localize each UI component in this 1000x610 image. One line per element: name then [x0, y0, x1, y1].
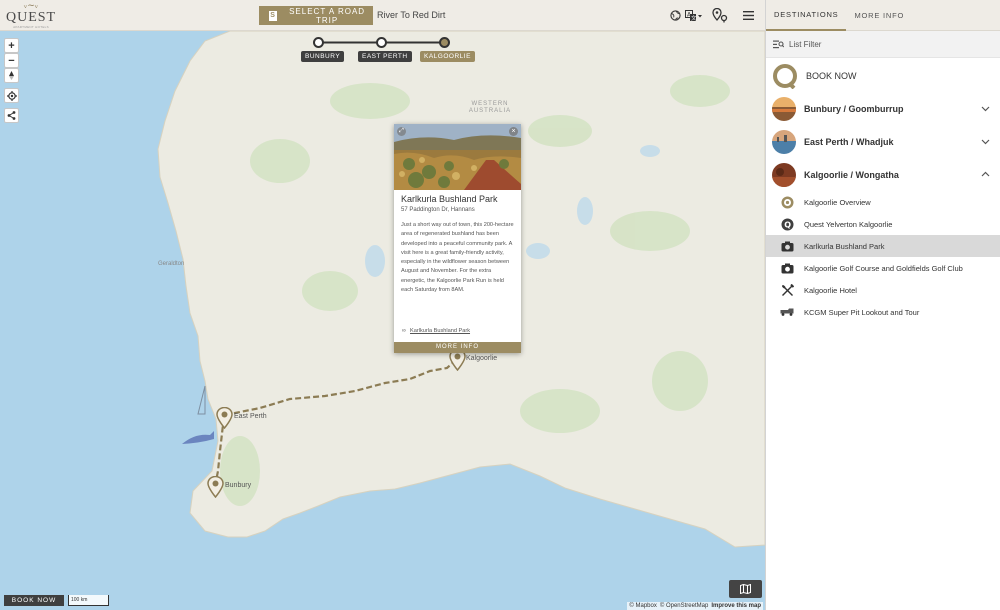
book-now-list-item[interactable]: BOOK NOW — [766, 59, 1000, 92]
east-perth-label: East Perth — [234, 413, 267, 420]
zoom-in-button[interactable]: + — [4, 38, 19, 53]
chevron-up-icon — [981, 171, 990, 177]
location-pin-icon — [780, 195, 794, 209]
chevron-down-icon — [981, 139, 990, 145]
step-dot-kalgoorlie[interactable] — [439, 37, 450, 48]
link-icon: ∞ — [402, 328, 406, 334]
select-road-trip-label: SELECT A ROAD TRIP — [289, 6, 366, 25]
compass-icon — [9, 71, 14, 80]
svg-text:Q: Q — [784, 220, 791, 229]
quest-logo-icon: Q — [780, 217, 794, 231]
bunbury-label: Bunbury — [225, 482, 252, 489]
bunbury-thumbnail — [772, 96, 796, 121]
share-icon — [7, 111, 16, 120]
road-sign-icon: S — [269, 10, 278, 21]
popup-title: Karlkurla Bushland Park — [401, 194, 498, 204]
list-item-golf-course[interactable]: Kalgoorlie Golf Course and Goldfields Go… — [766, 257, 1000, 279]
mining-truck-icon — [780, 305, 794, 319]
language-select-icon[interactable]: A文 — [684, 8, 704, 23]
chevron-down-icon — [981, 106, 990, 112]
share-button[interactable] — [4, 108, 19, 123]
book-now-map-button[interactable]: BOOK NOW — [4, 595, 64, 606]
fork-knife-icon — [780, 283, 794, 297]
menu-icon[interactable] — [742, 8, 755, 23]
select-road-trip-button[interactable]: S SELECT A ROAD TRIP — [259, 6, 373, 25]
popup-photo — [394, 124, 521, 190]
list-item-karlkurla[interactable]: Karlkurla Bushland Park — [766, 235, 1000, 257]
map-scale: 100 km — [68, 595, 109, 606]
logo-word: QUEST — [6, 10, 57, 25]
popup-description: Just a short way out of town, this 200-h… — [401, 222, 514, 294]
step-label-bunbury[interactable]: BUNBURY — [301, 51, 345, 62]
locations-icon[interactable] — [712, 8, 728, 23]
region-label: WESTERN AUSTRALIA — [468, 101, 512, 114]
geolocate-button[interactable] — [4, 88, 19, 103]
step-dot-bunbury[interactable] — [313, 37, 324, 48]
trip-progress-stepper: BUNBURY EAST PERTH KALGOORLIE — [300, 34, 475, 64]
panel-tabs: DESTINATIONS MORE INFO — [766, 0, 1000, 31]
popup-address: 57 Paddington Dr, Hannans — [401, 207, 475, 213]
geraldton-label: Geraldton — [158, 261, 185, 267]
improve-map-link[interactable]: Improve this map — [711, 603, 761, 609]
globe-icon[interactable] — [669, 8, 681, 23]
camera-icon — [780, 239, 794, 253]
logo-subtitle: APARTMENT HOTELS — [13, 25, 49, 29]
step-label-kalgoorlie[interactable]: KALGOORLIE — [420, 51, 475, 62]
destination-label: Kalgoorlie / Wongatha — [804, 169, 899, 180]
place-popup: ⤢ × Karlkurla Bushland Park 57 Paddingto… — [394, 124, 521, 353]
destination-kalgoorlie[interactable]: Kalgoorlie / Wongatha — [766, 158, 1000, 191]
destination-label: Bunbury / Goomburrup — [804, 103, 904, 114]
sub-item-label: Quest Yelverton Kalgoorlie — [804, 219, 893, 229]
mapbox-attribution-link[interactable]: © Mapbox — [629, 603, 656, 609]
east-perth-thumbnail — [772, 129, 796, 154]
more-info-button[interactable]: MORE INFO — [394, 342, 521, 353]
kalgoorlie-thumbnail — [772, 162, 796, 187]
close-popup-button[interactable]: × — [509, 127, 518, 136]
step-dot-east-perth[interactable] — [376, 37, 387, 48]
step-label-east-perth[interactable]: EAST PERTH — [358, 51, 412, 62]
tab-destinations[interactable]: DESTINATIONS — [766, 0, 847, 31]
map-attribution: © Mapbox © OpenStreetMap Improve this ma… — [627, 602, 763, 610]
sub-item-label: Kalgoorlie Golf Course and Goldfields Go… — [804, 263, 963, 273]
book-now-label: BOOK NOW — [806, 70, 857, 81]
sub-item-label: Kalgoorlie Hotel — [804, 285, 857, 295]
compass-button[interactable] — [4, 68, 19, 83]
trip-name: River To Red Dirt — [377, 10, 446, 20]
sub-item-label: Karlkurla Bushland Park — [804, 241, 885, 251]
sub-item-label: KCGM Super Pit Lookout and Tour — [804, 307, 920, 317]
list-item-quest-yelverton[interactable]: Q Quest Yelverton Kalgoorlie — [766, 213, 1000, 235]
filter-icon — [773, 40, 784, 48]
camera-icon — [780, 261, 794, 275]
svg-text:文: 文 — [691, 14, 697, 22]
popup-link[interactable]: Karlkurla Bushland Park — [410, 328, 470, 334]
map-canvas[interactable]: + − BUNBURY EAST PERTH KALGOORLIE WESTER… — [0, 31, 765, 610]
list-item-super-pit[interactable]: KCGM Super Pit Lookout and Tour — [766, 301, 1000, 323]
list-filter-button[interactable]: List Filter — [766, 31, 1000, 58]
destination-label: East Perth / Whadjuk — [804, 136, 894, 147]
crosshair-icon — [6, 90, 17, 101]
top-bar: ᵥ~ᵥ QUEST APARTMENT HOTELS S SELECT A RO… — [0, 0, 765, 31]
list-filter-label: List Filter — [789, 39, 822, 49]
bunbury-pin[interactable] — [207, 476, 224, 498]
osm-attribution-link[interactable]: © OpenStreetMap — [660, 603, 708, 609]
popup-link-row[interactable]: ∞ Karlkurla Bushland Park — [402, 328, 470, 334]
east-perth-pin[interactable] — [216, 407, 233, 429]
sub-item-label: Kalgoorlie Overview — [804, 197, 871, 207]
destination-east-perth[interactable]: East Perth / Whadjuk — [766, 125, 1000, 158]
map-icon — [740, 584, 751, 594]
quest-logo-icon — [773, 63, 797, 89]
map-style-toggle-button[interactable] — [729, 580, 762, 598]
map-basemap — [157, 31, 765, 548]
destination-bunbury[interactable]: Bunbury / Goomburrup — [766, 92, 1000, 125]
quest-logo[interactable]: ᵥ~ᵥ QUEST APARTMENT HOTELS — [6, 2, 57, 30]
list-item-kalgoorlie-overview[interactable]: Kalgoorlie Overview — [766, 191, 1000, 213]
tab-more-info[interactable]: MORE INFO — [846, 0, 912, 31]
side-panel: DESTINATIONS MORE INFO List Filter BOOK … — [765, 0, 1000, 610]
kalgoorlie-label: Kalgoorlie — [466, 355, 498, 362]
zoom-out-button[interactable]: − — [4, 53, 19, 68]
expand-icon[interactable]: ⤢ — [397, 127, 406, 136]
list-item-kalgoorlie-hotel[interactable]: Kalgoorlie Hotel — [766, 279, 1000, 301]
